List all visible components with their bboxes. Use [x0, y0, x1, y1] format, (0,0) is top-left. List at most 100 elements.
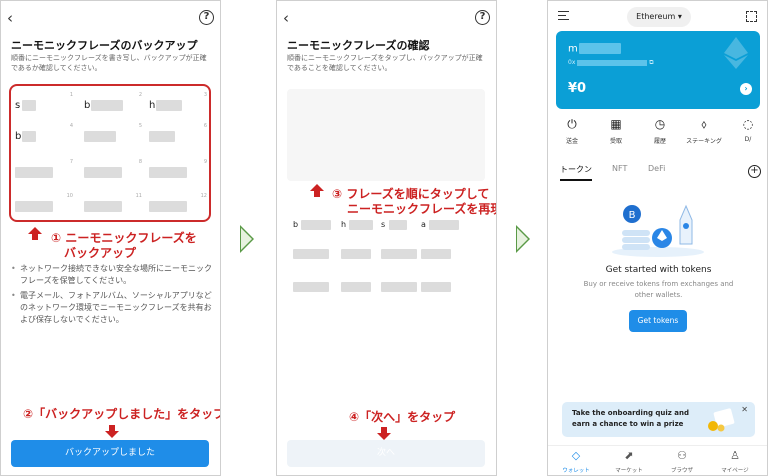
mnemonic-word: 9 — [149, 159, 207, 187]
nav-item-1[interactable]: ⬈ マーケット — [607, 449, 651, 475]
word-prefix: b — [84, 100, 91, 111]
phrase-chip[interactable] — [421, 248, 461, 260]
browser-icon: ⚇ — [677, 449, 687, 462]
help-icon[interactable]: ? — [475, 10, 490, 25]
word-index: 2 — [138, 92, 142, 98]
annotation-step1-line1: ① ニーモニックフレーズを — [51, 231, 197, 245]
chip-prefix: a — [421, 220, 426, 229]
action-4[interactable]: ◌ D/ — [728, 118, 767, 144]
redacted-word — [84, 201, 122, 212]
word-index: 9 — [203, 159, 207, 165]
get-tokens-button[interactable]: Get tokens — [629, 310, 687, 332]
redacted-word — [421, 249, 451, 259]
network-selector[interactable]: Ethereum ▾ — [627, 7, 691, 27]
redacted-word — [301, 220, 331, 230]
action-1[interactable]: ▦ 受取 — [596, 117, 636, 146]
nav-item-0[interactable]: ◇ ウォレット — [554, 450, 598, 475]
mnemonic-word: 6 — [149, 123, 207, 151]
menu-icon[interactable] — [558, 11, 569, 20]
mnemonic-word: 3h — [149, 92, 207, 120]
redacted-word — [381, 282, 417, 292]
selected-phrase-area — [287, 89, 485, 181]
phrase-chip[interactable] — [293, 248, 333, 260]
phrase-chip[interactable]: a — [421, 219, 461, 231]
mnemonic-word: 2b — [84, 92, 142, 120]
next-button[interactable]: 次へ — [287, 440, 485, 467]
page-subtitle: 順番にニーモニックフレーズをタップし、バックアップが正確であることを確認してくだ… — [287, 54, 483, 72]
page-title: ニーモニックフレーズの確認 — [287, 39, 430, 52]
annotation-step4: ④「次へ」をタップ — [349, 410, 456, 424]
back-icon[interactable]: ‹ — [283, 9, 289, 27]
redacted-word — [341, 282, 371, 292]
action-3[interactable]: ⬨ ステーキング — [684, 117, 724, 146]
word-prefix: s — [15, 100, 21, 111]
up-arrow-icon — [28, 227, 42, 240]
phrase-chip[interactable] — [293, 281, 333, 293]
mnemonic-word: 1s — [15, 92, 73, 120]
phrase-chip[interactable] — [341, 248, 381, 260]
chevron-right-icon[interactable]: › — [740, 83, 752, 95]
tab-1[interactable]: NFT — [612, 164, 627, 173]
copy-icon[interactable]: ⧉ — [649, 59, 653, 66]
step-arrow-icon — [240, 225, 254, 253]
tab-0[interactable]: トークン — [560, 164, 592, 181]
wallet-balance: ¥0 — [568, 81, 587, 96]
scan-icon[interactable] — [746, 11, 757, 22]
action-0[interactable]: ⏻ 送金 — [552, 118, 592, 146]
action-label: 履歴 — [653, 138, 666, 145]
add-token-icon[interactable]: + — [748, 165, 761, 178]
wallet-screen: Ethereum ▾ m 0x ⧉ ¥0 › ⏻ 送金 ▦ 受取 ◷ 履歴 ⬨ ステーキング ◌… — [547, 0, 768, 476]
word-index: 6 — [203, 123, 207, 129]
top-nav: ‹ ? — [277, 9, 496, 27]
staking-icon: ⬨ — [701, 117, 707, 131]
phrase-chip[interactable] — [421, 281, 461, 293]
word-index: 11 — [135, 193, 142, 199]
mnemonic-word: 5 — [84, 123, 142, 151]
nav-item-3[interactable]: ♙ マイページ — [713, 450, 757, 475]
wallet-address[interactable]: 0x ⧉ — [568, 59, 654, 67]
redacted-word — [293, 282, 329, 292]
empty-state-subtitle: Buy or receive tokens from exchanges and… — [583, 280, 734, 299]
phrase-chip[interactable]: h — [341, 219, 381, 231]
close-icon[interactable]: ✕ — [741, 405, 748, 414]
redacted-word — [381, 249, 417, 259]
phrase-chip[interactable] — [381, 248, 421, 260]
phrase-chip[interactable]: b — [293, 219, 333, 231]
backed-up-button[interactable]: バックアップしました — [11, 440, 209, 467]
tab-2[interactable]: DeFi — [648, 164, 665, 173]
action-2[interactable]: ◷ 履歴 — [640, 118, 680, 146]
quiz-banner[interactable]: Take the onboarding quiz and earn a chan… — [562, 402, 755, 437]
chip-prefix: h — [341, 220, 347, 229]
wallet-name: m — [568, 43, 621, 55]
down-arrow-icon — [105, 425, 119, 439]
redacted-word — [15, 167, 53, 178]
redacted-word — [15, 201, 53, 212]
redacted-word — [349, 220, 373, 230]
redacted-word — [149, 201, 187, 212]
market-icon: ⬈ — [624, 449, 634, 462]
bottom-nav: ◇ ウォレット ⬈ マーケット ⚇ ブラウザ ♙ マイページ — [548, 445, 767, 475]
mnemonic-word: 12 — [149, 193, 207, 221]
action-label: ステーキング — [686, 138, 722, 145]
empty-state-title: Get started with tokens — [605, 265, 712, 275]
nav-label: マーケット — [615, 468, 643, 474]
mnemonic-word: 11 — [84, 193, 142, 221]
redacted-word — [421, 282, 451, 292]
help-icon[interactable]: ? — [199, 10, 214, 25]
phrase-chip[interactable] — [381, 281, 421, 293]
word-index: 8 — [138, 159, 142, 165]
wallet-card[interactable]: m 0x ⧉ ¥0 › — [556, 31, 760, 109]
top-nav: ‹ ? — [1, 9, 220, 27]
receive-icon: ▦ — [610, 117, 622, 131]
back-icon[interactable]: ‹ — [7, 9, 13, 27]
annotation-step2: ②「バックアップしました」をタップ — [23, 407, 221, 421]
redacted-word — [149, 167, 187, 178]
nav-item-2[interactable]: ⚇ ブラウザ — [660, 449, 704, 475]
mnemonic-word: 10 — [15, 193, 73, 221]
word-index: 4 — [69, 123, 73, 129]
word-index: 12 — [200, 193, 207, 199]
redacted-word — [341, 249, 371, 259]
phrase-chip[interactable]: s — [381, 219, 421, 231]
phrase-chip[interactable] — [341, 281, 381, 293]
page-subtitle: 順番にニーモニックフレーズを書き写し、バックアップが正確であるか確認してください… — [11, 54, 207, 72]
